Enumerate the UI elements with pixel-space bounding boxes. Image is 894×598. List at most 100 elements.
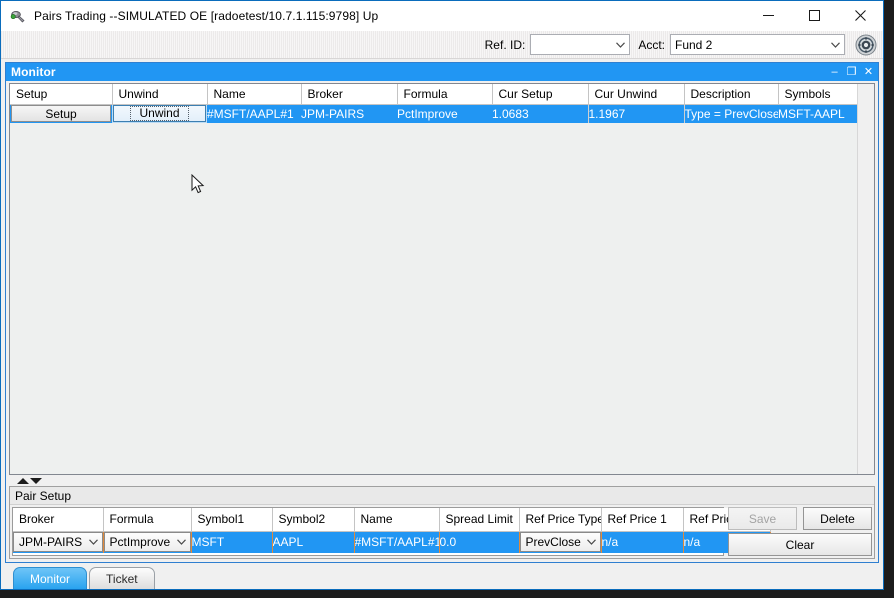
splitter-collapse-up-icon[interactable] [17,477,29,484]
clear-button[interactable]: Clear [728,533,872,556]
pair-setup-grid: Broker Formula Symbol1 Symbol2 Name Spre… [12,507,771,556]
clear-button-label: Clear [785,537,815,552]
cell-description: Type = PrevClose [684,104,778,123]
tab-monitor[interactable]: Monitor [13,567,88,589]
monitor-title-bar: Monitor – ❐ ✕ [6,63,878,81]
monitor-body: Setup Unwind Name Broker Formula Cur Set… [6,81,878,562]
save-button-label: Save [748,511,777,526]
monitor-title: Monitor [11,65,56,79]
cell-cur-unwind: 1.1967 [588,104,685,123]
monitor-minimize-button[interactable]: – [827,64,842,80]
save-button[interactable]: Save [728,507,797,530]
panel-splitter[interactable] [9,475,875,486]
pair-setup-row[interactable]: JPM-PAIRS PctImprove MSFT AAPL #MSFT/AAP… [13,531,771,553]
broker-value: JPM-PAIRS [19,535,83,550]
pair-setup-buttons: Save Delete Clear [724,507,872,556]
application-window: Pairs Trading --SIMULATED OE [radoetest/… [0,0,884,590]
gear-icon[interactable] [853,32,879,57]
pair-column-header-name[interactable]: Name [354,508,440,532]
pair-setup-title: Pair Setup [10,487,874,505]
ref-price-type-combo[interactable]: PrevClose [519,532,600,553]
cell-symbols: MSFT-AAPL [778,104,857,123]
pair-cell-ref-price-1[interactable]: n/a [601,531,684,553]
pair-setup-table: Broker Formula Symbol1 Symbol2 Name Spre… [13,508,771,553]
chevron-down-icon [584,539,600,546]
acct-value: Fund 2 [675,37,713,52]
setup-button-label: Setup [45,106,77,121]
column-header-symbols[interactable]: Symbols [778,84,857,105]
formula-combo[interactable]: PctImprove [103,532,190,553]
monitor-maximize-button[interactable]: ❐ [844,64,859,80]
table-row[interactable]: Setup Unwind #MSFT/AAPL#1 JPM-PAIRS PctI… [10,104,857,123]
pair-setup-body: Broker Formula Symbol1 Symbol2 Name Spre… [10,505,874,558]
monitor-header-row: Setup Unwind Name Broker Formula Cur Set… [10,84,857,105]
cell-setup-button: Setup [10,104,112,123]
cell-formula: PctImprove [397,104,492,123]
pair-cell-name[interactable]: #MSFT/AAPL#1 [354,531,440,553]
delete-button-label: Delete [820,511,855,526]
window-maximize-button[interactable] [791,1,837,30]
pair-cell-broker: JPM-PAIRS [13,531,104,553]
delete-button[interactable]: Delete [803,507,872,530]
chevron-down-icon [174,539,190,546]
ref-id-combo[interactable] [530,34,631,55]
tab-monitor-label: Monitor [30,571,71,586]
pairs-trading-app-icon [10,8,26,24]
title-bar: Pairs Trading --SIMULATED OE [radoetest/… [1,1,883,31]
cell-name: #MSFT/AAPL#1 [207,104,301,123]
chevron-down-icon [86,539,102,546]
toolbar: Ref. ID: Acct: Fund 2 [1,31,883,59]
monitor-grid-vertical-scrollbar[interactable] [857,84,874,474]
pair-column-header-ref-price-type[interactable]: Ref Price Type [519,508,602,532]
unwind-button-label: Unwind [130,106,189,122]
column-header-unwind[interactable]: Unwind [112,84,208,105]
column-header-setup[interactable]: Setup [10,84,113,105]
column-header-formula[interactable]: Formula [397,84,493,105]
window-title: Pairs Trading --SIMULATED OE [radoetest/… [34,8,379,23]
pair-column-header-broker[interactable]: Broker [13,508,104,532]
formula-value: PctImprove [109,535,171,550]
splitter-collapse-down-icon[interactable] [30,477,42,484]
window-minimize-button[interactable] [745,1,791,30]
ref-id-label: Ref. ID: [484,37,526,52]
chevron-down-icon [612,35,629,54]
column-header-description[interactable]: Description [684,84,779,105]
column-header-cur-unwind[interactable]: Cur Unwind [588,84,685,105]
mdi-client-area: Monitor – ❐ ✕ Setup Unwind Name Broker F… [1,59,883,563]
unwind-button[interactable]: Unwind [112,104,207,123]
cell-unwind-button: Unwind [112,104,207,123]
cell-broker: JPM-PAIRS [301,104,397,123]
pair-column-header-ref-price-1[interactable]: Ref Price 1 [601,508,684,532]
pair-setup-header-row: Broker Formula Symbol1 Symbol2 Name Spre… [13,508,771,532]
pair-cell-spread-limit[interactable]: 0.0 [439,531,520,553]
column-header-name[interactable]: Name [207,84,302,105]
cell-cur-setup: 1.0683 [492,104,589,123]
monitor-grid-table: Setup Unwind Name Broker Formula Cur Set… [10,84,857,123]
monitor-grid: Setup Unwind Name Broker Formula Cur Set… [9,83,875,475]
monitor-close-button[interactable]: ✕ [861,64,876,80]
pair-column-header-symbol1[interactable]: Symbol1 [191,508,273,532]
broker-combo[interactable]: JPM-PAIRS [13,532,102,553]
tab-ticket[interactable]: Ticket [89,567,155,589]
acct-label: Acct: [638,37,665,52]
acct-combo[interactable]: Fund 2 [670,34,845,55]
pair-setup-buttons-top-row: Save Delete [728,507,872,530]
tab-ticket-label: Ticket [106,571,138,586]
pair-column-header-symbol2[interactable]: Symbol2 [272,508,355,532]
pair-setup-buttons-bottom-row: Clear [728,533,872,556]
pair-cell-symbol2[interactable]: AAPL [272,531,355,553]
ref-price-type-value: PrevClose [525,535,581,550]
pair-column-header-formula[interactable]: Formula [103,508,192,532]
monitor-grid-empty-area [10,123,857,474]
monitor-grid-viewport: Setup Unwind Name Broker Formula Cur Set… [10,84,857,474]
pair-cell-ref-price-type: PrevClose [519,531,602,553]
pair-cell-symbol1[interactable]: MSFT [191,531,273,553]
column-header-cur-setup[interactable]: Cur Setup [492,84,589,105]
column-header-broker[interactable]: Broker [301,84,398,105]
pair-column-header-spread-limit[interactable]: Spread Limit [439,508,520,532]
window-close-button[interactable] [837,1,883,30]
bottom-tab-strip: Monitor Ticket [1,563,883,589]
setup-button[interactable]: Setup [11,105,111,123]
pair-cell-formula: PctImprove [103,531,192,553]
monitor-child-window: Monitor – ❐ ✕ Setup Unwind Name Broker F… [5,62,879,563]
